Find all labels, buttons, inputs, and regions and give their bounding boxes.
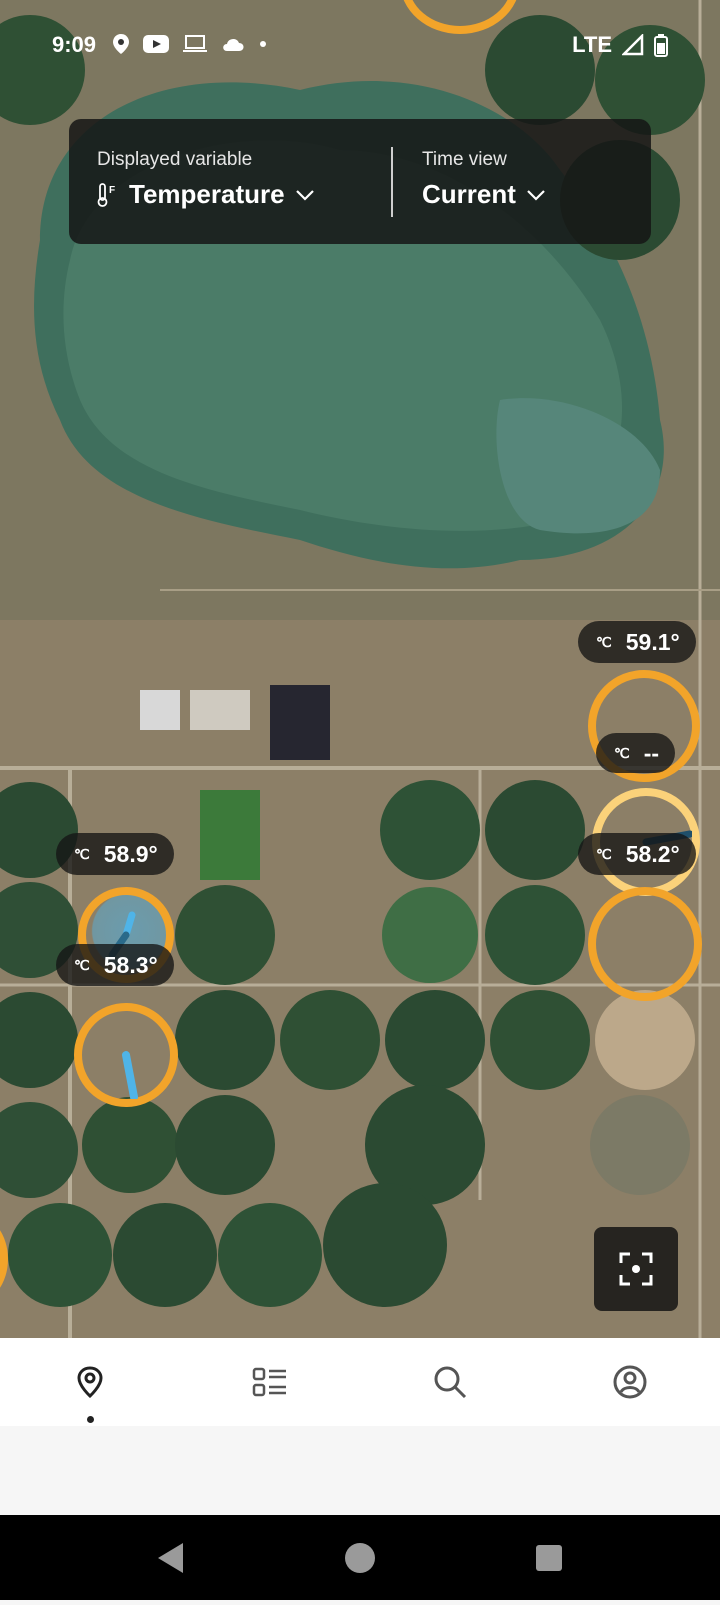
chevron-down-icon bbox=[527, 189, 545, 201]
thermometer-icon: F bbox=[97, 182, 115, 207]
sensor-value: 58.3° bbox=[103, 951, 158, 978]
pivot-ring-e[interactable] bbox=[74, 1003, 178, 1107]
sensor-value: 58.9° bbox=[103, 840, 158, 867]
back-icon[interactable] bbox=[158, 1543, 183, 1573]
chevron-down-icon bbox=[295, 189, 314, 201]
sensor-chip-c[interactable]: ℃ 58.2° bbox=[578, 833, 696, 875]
panel-divider bbox=[391, 147, 393, 217]
search-icon bbox=[434, 1366, 467, 1399]
time-view-value: Current bbox=[422, 179, 516, 209]
sensor-value: 59.1° bbox=[625, 628, 680, 655]
sensor-value: 58.2° bbox=[625, 840, 680, 867]
tab-map[interactable] bbox=[30, 1338, 150, 1426]
focus-icon bbox=[619, 1252, 653, 1286]
signal-icon bbox=[622, 34, 644, 56]
satellite-map[interactable]: 9:09 LTE Displayed variable F Temperatur… bbox=[0, 0, 720, 1338]
map-pin-icon bbox=[77, 1366, 103, 1399]
list-icon bbox=[252, 1367, 286, 1397]
system-nav-icons bbox=[158, 1543, 562, 1573]
youtube-icon bbox=[143, 35, 169, 53]
sensor-value: -- bbox=[643, 739, 660, 766]
account-icon bbox=[613, 1365, 647, 1399]
dot-icon bbox=[260, 41, 266, 47]
tab-account[interactable] bbox=[570, 1338, 690, 1426]
status-bar: 9:09 LTE bbox=[0, 0, 720, 90]
notification-icons bbox=[112, 33, 268, 55]
battery-icon bbox=[654, 34, 668, 57]
bottom-navigation bbox=[0, 1338, 720, 1426]
laptop-icon bbox=[183, 35, 207, 52]
active-indicator bbox=[87, 1416, 94, 1423]
sensor-chip-e[interactable]: ℃ 58.3° bbox=[56, 944, 174, 986]
recenter-button[interactable] bbox=[594, 1227, 678, 1311]
displayed-variable-value: Temperature bbox=[129, 179, 285, 209]
tab-search[interactable] bbox=[390, 1338, 510, 1426]
thermometer-icon: ℃ bbox=[596, 633, 612, 650]
sensor-chip-b[interactable]: ℃ -- bbox=[596, 733, 676, 773]
cloud-icon bbox=[223, 38, 244, 51]
thermometer-icon: ℃ bbox=[596, 845, 612, 862]
variable-selector-panel: Displayed variable F Temperature Time vi… bbox=[69, 119, 651, 244]
pivot-ring-f[interactable] bbox=[588, 887, 702, 1001]
displayed-variable-label: Displayed variable bbox=[97, 149, 253, 170]
displayed-variable-control[interactable]: Displayed variable F Temperature bbox=[97, 149, 315, 210]
sensor-chip-a[interactable]: ℃ 59.1° bbox=[578, 621, 696, 663]
network-type: LTE bbox=[572, 32, 612, 57]
sensor-chip-d[interactable]: ℃ 58.9° bbox=[56, 833, 174, 875]
system-icons: LTE bbox=[572, 32, 668, 58]
irrigation-arm bbox=[122, 1051, 138, 1099]
thermometer-icon: ℃ bbox=[614, 744, 630, 761]
time-view-label: Time view bbox=[422, 149, 507, 170]
home-icon[interactable] bbox=[345, 1543, 375, 1573]
recents-icon[interactable] bbox=[536, 1545, 562, 1571]
tab-list[interactable] bbox=[210, 1338, 330, 1426]
thermometer-icon: ℃ bbox=[74, 956, 90, 973]
clock: 9:09 bbox=[52, 32, 97, 57]
system-navigation-bar bbox=[0, 1515, 720, 1600]
thermometer-icon: ℃ bbox=[74, 845, 90, 862]
time-view-control[interactable]: Time view Current bbox=[422, 149, 546, 210]
location-icon bbox=[113, 34, 129, 54]
svg-text:F: F bbox=[109, 185, 115, 196]
